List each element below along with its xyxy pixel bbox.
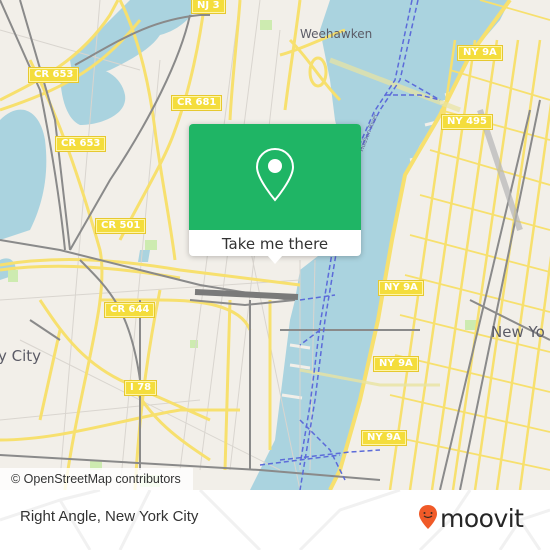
shield-ny9a-2: NY 9A xyxy=(378,280,424,296)
shield-cr653-top: CR 653 xyxy=(28,67,80,83)
location-title: Right Angle, New York City xyxy=(20,508,199,525)
shield-ny495: NY 495 xyxy=(441,114,493,130)
shield-cr653-mid: CR 653 xyxy=(55,136,107,152)
shield-cr681: CR 681 xyxy=(171,95,223,111)
map-attribution[interactable]: © OpenStreetMap contributors xyxy=(0,468,193,490)
shield-ny9a-3: NY 9A xyxy=(373,356,419,372)
shield-nj3: NJ 3 xyxy=(191,0,226,14)
shield-i78: I 78 xyxy=(124,380,158,396)
map-view[interactable]: Weehawken y City New Yo Hudson River NJ … xyxy=(0,0,550,490)
new-york-label: New Yo xyxy=(491,323,545,341)
popup-header xyxy=(189,124,361,230)
location-popup: Take me there xyxy=(189,124,361,264)
shield-cr501: CR 501 xyxy=(95,218,147,234)
footer-bar: Right Angle, New York City moovit xyxy=(0,490,550,550)
jersey-city-label: y City xyxy=(0,347,42,365)
location-pin-icon xyxy=(254,147,296,207)
moovit-logo[interactable]: moovit xyxy=(418,504,524,534)
popup-pointer xyxy=(267,255,283,264)
moovit-wordmark: moovit xyxy=(440,504,524,533)
shield-ny9a-top: NY 9A xyxy=(457,45,503,61)
shield-cr644: CR 644 xyxy=(104,302,156,318)
moovit-smile-pin-icon xyxy=(418,504,438,534)
shield-ny9a-4: NY 9A xyxy=(361,430,407,446)
weehawken-label: Weehawken xyxy=(300,27,373,41)
